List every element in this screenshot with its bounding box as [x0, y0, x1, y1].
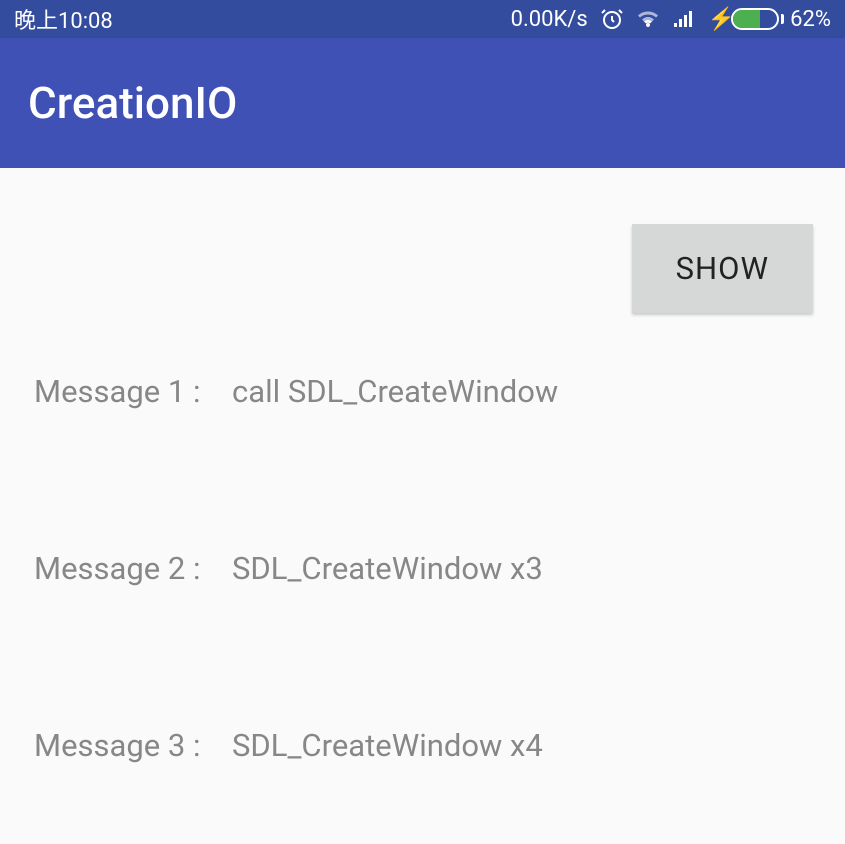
- message-row: Message 2 : SDL_CreateWindow x3: [34, 550, 811, 587]
- button-row: SHOW: [0, 168, 845, 333]
- message-row: Message 3 : SDL_CreateWindow x4: [34, 727, 811, 764]
- show-button[interactable]: SHOW: [632, 224, 813, 313]
- battery-indicator: ⚡ 62%: [708, 7, 831, 32]
- signal-icon: [672, 7, 696, 31]
- status-time: 晚上10:08: [14, 3, 113, 35]
- wifi-icon: [636, 7, 660, 31]
- main-content: SHOW Message 1 : call SDL_CreateWindow M…: [0, 168, 845, 764]
- page-title: CreationIO: [28, 77, 237, 129]
- message-label: Message 3 :: [34, 727, 224, 764]
- battery-percent: 62%: [790, 7, 831, 32]
- message-value: SDL_CreateWindow x4: [224, 727, 543, 764]
- message-row: Message 1 : call SDL_CreateWindow: [34, 373, 811, 410]
- status-right: 0.00K/s ⚡ 62%: [511, 7, 831, 32]
- alarm-icon: [600, 7, 624, 31]
- app-bar: CreationIO: [0, 38, 845, 168]
- message-value: call SDL_CreateWindow: [224, 373, 558, 410]
- messages-list: Message 1 : call SDL_CreateWindow Messag…: [0, 333, 845, 764]
- status-bar: 晚上10:08 0.00K/s ⚡ 62%: [0, 0, 845, 38]
- message-label: Message 2 :: [34, 550, 224, 587]
- message-value: SDL_CreateWindow x3: [224, 550, 543, 587]
- message-label: Message 1 :: [34, 373, 224, 410]
- net-speed: 0.00K/s: [511, 7, 588, 32]
